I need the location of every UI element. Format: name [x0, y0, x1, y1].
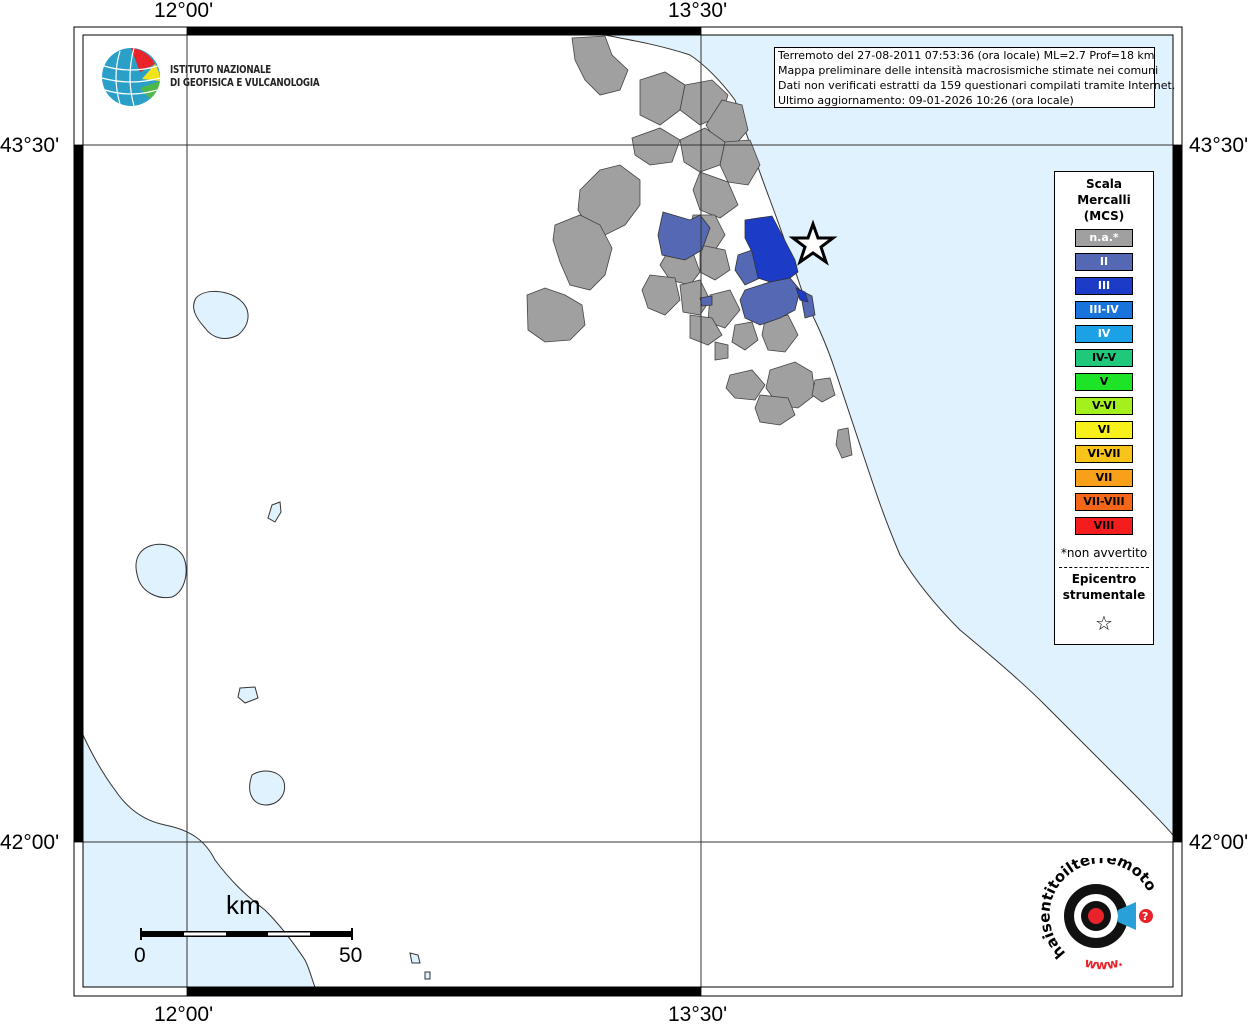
- legend-item: VII-VIII: [1075, 493, 1133, 511]
- event-info-box: Terremoto del 27-08-2011 07:53:36 (ora l…: [774, 47, 1176, 108]
- legend-item: V: [1075, 373, 1133, 391]
- svg-text:?: ?: [1142, 910, 1148, 923]
- legend-item: II: [1075, 253, 1133, 271]
- haisentito-www: www.: [1083, 955, 1125, 974]
- lon-label-top-right: 13°30': [668, 0, 728, 22]
- lake-bracciano: [249, 770, 286, 806]
- legend-title: Scala Mercalli (MCS): [1077, 177, 1131, 223]
- lon-label-top-left: 12°00': [154, 0, 214, 22]
- legend-separator: [1059, 567, 1149, 568]
- ingv-name: ISTITUTO NAZIONALE DI GEOFISICA E VULCAN…: [170, 64, 320, 89]
- haisentito-logo: haisentitoilterremoto.it www. ?: [1036, 858, 1160, 974]
- legend-star-icon: ☆: [1095, 611, 1113, 635]
- legend-item: VI-VII: [1075, 445, 1133, 463]
- event-info-line: Mappa preliminare delle intensità macros…: [778, 64, 1159, 77]
- mcs-legend: Scala Mercalli (MCS) n.a.* II III III-IV IV I…: [1054, 171, 1154, 645]
- lat-label-left-bottom: 42°00': [0, 831, 60, 854]
- event-info-line: Terremoto del 27-08-2011 07:53:36 (ora l…: [778, 49, 1155, 62]
- legend-item: n.a.*: [1075, 229, 1133, 247]
- lake-small-2: [424, 971, 431, 980]
- svg-text:www.: www.: [1083, 955, 1125, 974]
- lon-label-bottom-left: 12°00': [154, 1003, 214, 1026]
- event-info-line: Dati non verificati estratti da 159 ques…: [778, 79, 1176, 92]
- legend-item: III-IV: [1075, 301, 1133, 319]
- scale-unit: km: [226, 890, 261, 920]
- lat-label-right-bottom: 42°00': [1189, 831, 1249, 854]
- legend-note: *non avvertito: [1060, 546, 1148, 560]
- legend-item: VII: [1075, 469, 1133, 487]
- legend-item: VI: [1075, 421, 1133, 439]
- lat-label-left-top: 43°30': [0, 134, 60, 157]
- scale-max: 50: [339, 944, 363, 967]
- ingv-logo: [101, 47, 161, 107]
- legend-item: V-VI: [1075, 397, 1133, 415]
- scale-min: 0: [134, 944, 146, 967]
- lat-label-right-top: 43°30': [1189, 134, 1249, 157]
- legend-item: VIII: [1075, 517, 1133, 535]
- legend-item: IV-V: [1075, 349, 1133, 367]
- lon-label-bottom-right: 13°30': [668, 1003, 728, 1026]
- legend-item: IV: [1075, 325, 1133, 343]
- legend-epicenter-label: Epicentro strumentale: [1062, 572, 1146, 602]
- event-info-line: Ultimo aggiornamento: 09-01-2026 10:26 (…: [778, 94, 1074, 107]
- legend-item: III: [1075, 277, 1133, 295]
